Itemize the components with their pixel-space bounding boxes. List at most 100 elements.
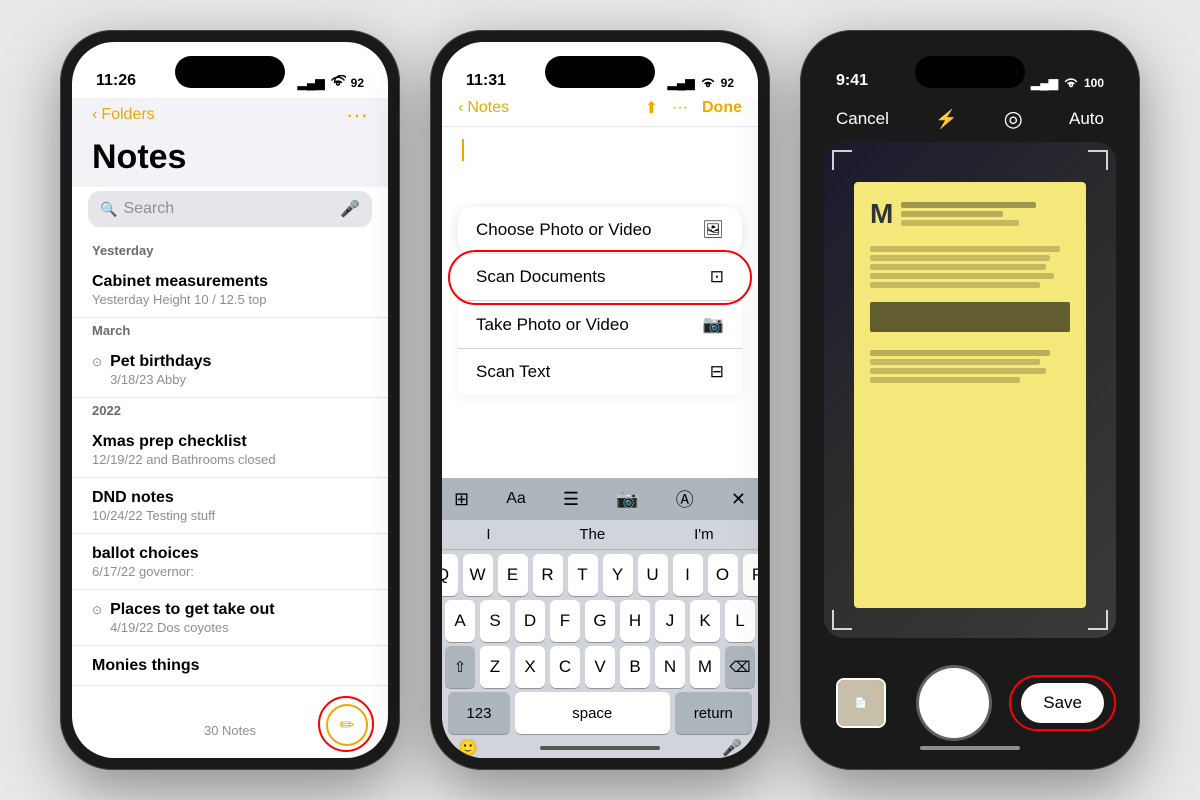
doc-header: M (870, 198, 1070, 230)
upload-button[interactable]: ⬆ (645, 98, 658, 118)
search-bar[interactable]: 🔍 Search 🎤 (88, 191, 372, 227)
back-folders-button[interactable]: ‹ Folders (92, 106, 155, 124)
key-z[interactable]: Z (480, 646, 510, 688)
take-photo-menu-item[interactable]: Take Photo or Video 📷 (458, 302, 742, 349)
key-n[interactable]: N (655, 646, 685, 688)
nav-right-actions: ⬆ ··· Done (645, 98, 742, 118)
notes-count: 30 Notes (204, 723, 256, 738)
section-header-yesterday: Yesterday (72, 239, 388, 262)
shared-icon: ⊙ (92, 355, 102, 369)
key-q[interactable]: Q (442, 554, 458, 596)
status-time-1: 11:26 (96, 72, 136, 90)
scan-documents-wrapper: Scan Documents ⊡ (458, 254, 742, 301)
list-item[interactable]: Cabinet measurements Yesterday Height 10… (72, 263, 388, 318)
status-time-2: 11:31 (466, 72, 506, 90)
save-button[interactable]: Save (1021, 683, 1104, 723)
key-space[interactable]: space (515, 692, 670, 734)
key-h[interactable]: H (620, 600, 650, 642)
list-item[interactable]: Xmas prep checklist 12/19/22 and Bathroo… (72, 423, 388, 478)
mic-icon[interactable]: 🎤 (722, 738, 742, 758)
key-g[interactable]: G (585, 600, 615, 642)
auto-mode-label[interactable]: Auto (1069, 109, 1104, 129)
key-j[interactable]: J (655, 600, 685, 642)
key-a[interactable]: A (445, 600, 475, 642)
note-title: Places to get take out (110, 601, 275, 619)
list-item[interactable]: Monies things (72, 647, 388, 686)
section-header-march: March (72, 319, 388, 342)
signal-icon-1: ▂▄▆ (298, 76, 325, 90)
list-item[interactable]: ⊙ Pet birthdays 3/18/23 Abby (72, 343, 388, 398)
checklist-icon[interactable]: ☰ (563, 489, 579, 510)
suggestion-the[interactable]: The (579, 526, 605, 543)
phone1-nav: ‹ Folders ··· (72, 98, 388, 136)
thumbnail-preview[interactable]: 📄 (836, 678, 886, 728)
close-toolbar-icon[interactable]: ✕ (731, 489, 746, 510)
list-item[interactable]: ballot choices 6/17/22 governor: (72, 535, 388, 590)
corner-bl (832, 610, 852, 630)
suggestion-im[interactable]: I'm (694, 526, 714, 543)
key-i[interactable]: I (673, 554, 703, 596)
done-button[interactable]: Done (702, 99, 742, 117)
shutter-button[interactable] (919, 668, 989, 738)
camera-menu-icon: 📷 (703, 315, 724, 335)
table-icon[interactable]: ⊞ (454, 489, 469, 510)
camera-top-bar: Cancel ⚡ ◎ Auto (812, 98, 1128, 140)
ellipsis-button[interactable]: ··· (672, 99, 688, 117)
note-title: DND notes (92, 489, 368, 507)
key-b[interactable]: B (620, 646, 650, 688)
key-backspace[interactable]: ⌫ (725, 646, 755, 688)
key-p[interactable]: P (743, 554, 759, 596)
key-d[interactable]: D (515, 600, 545, 642)
keyboard-bottom-bar: 🙂 🎤 (442, 738, 758, 758)
scan-documents-label: Scan Documents (476, 267, 605, 287)
note-title: Pet birthdays (110, 353, 211, 371)
camera-toolbar-icon[interactable]: 📷 (616, 489, 638, 510)
scan-documents-menu-item[interactable]: Scan Documents ⊡ (458, 254, 742, 301)
note-editor[interactable] (442, 127, 758, 207)
key-w[interactable]: W (463, 554, 493, 596)
suggestion-i[interactable]: I (486, 526, 490, 543)
key-m[interactable]: M (690, 646, 720, 688)
page-title: Notes (92, 138, 368, 177)
more-options-button[interactable]: ··· (346, 102, 368, 128)
key-x[interactable]: X (515, 646, 545, 688)
wifi-icon-2 (700, 77, 716, 89)
take-photo-label: Take Photo or Video (476, 315, 629, 335)
key-r[interactable]: R (533, 554, 563, 596)
list-item[interactable]: DND notes 10/24/22 Testing stuff (72, 479, 388, 534)
back-notes-button[interactable]: ‹ Notes (458, 99, 509, 117)
home-indicator (540, 746, 660, 750)
corner-tl (832, 150, 852, 170)
scan-text-menu-item[interactable]: Scan Text ⊟ (458, 349, 742, 395)
key-f[interactable]: F (550, 600, 580, 642)
list-item[interactable]: ⊙ Places to get take out 4/19/22 Dos coy… (72, 591, 388, 646)
back-label: Notes (467, 99, 509, 117)
key-v[interactable]: V (585, 646, 615, 688)
scan-icon: ⊡ (710, 267, 724, 287)
key-s[interactable]: S (480, 600, 510, 642)
key-o[interactable]: O (708, 554, 738, 596)
choose-photo-menu-item[interactable]: Choose Photo or Video 🖼 (458, 207, 742, 253)
cancel-button[interactable]: Cancel (836, 109, 889, 129)
dynamic-island-2 (545, 56, 655, 88)
key-return[interactable]: return (675, 692, 752, 734)
format-icon[interactable]: Aa (506, 490, 526, 508)
key-y[interactable]: Y (603, 554, 633, 596)
emoji-icon[interactable]: 🙂 (458, 738, 478, 758)
key-123[interactable]: 123 (448, 692, 510, 734)
note-meta: Yesterday Height 10 / 12.5 top (92, 292, 368, 307)
key-k[interactable]: K (690, 600, 720, 642)
doc-line (870, 377, 1020, 383)
key-e[interactable]: E (498, 554, 528, 596)
key-l[interactable]: L (725, 600, 755, 642)
key-t[interactable]: T (568, 554, 598, 596)
note-title: Xmas prep checklist (92, 433, 368, 451)
keyboard: ⊞ Aa ☰ 📷 Ⓐ ✕ I The I'm Q W E R T Y U (442, 478, 758, 758)
flash-icon[interactable]: ⚡ (935, 109, 957, 130)
doc-line (870, 273, 1054, 279)
key-shift[interactable]: ⇧ (445, 646, 475, 688)
key-c[interactable]: C (550, 646, 580, 688)
compose-button[interactable]: ✏ (326, 704, 368, 746)
pencil-icon[interactable]: Ⓐ (676, 486, 694, 512)
key-u[interactable]: U (638, 554, 668, 596)
